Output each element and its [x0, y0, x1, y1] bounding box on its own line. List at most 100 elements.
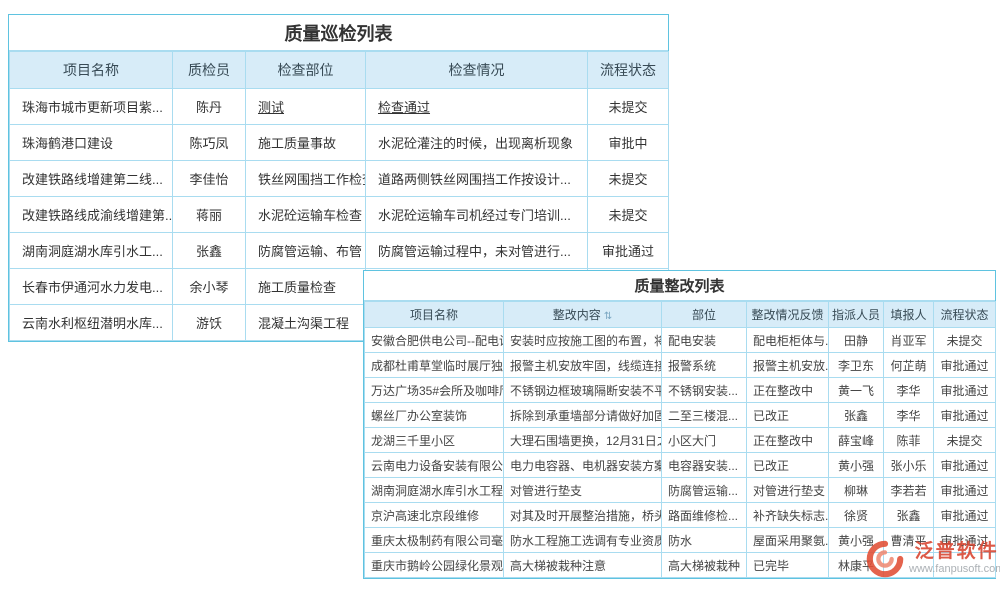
rectify-feedback-cell: 对管进行垫支 — [747, 478, 829, 503]
rectify-part-cell: 高大梯被栽种 — [662, 553, 747, 578]
status-badge[interactable]: 未提交 — [934, 428, 996, 453]
rectify-col-content[interactable]: 整改内容⇅ — [504, 302, 662, 328]
inspection-situation-cell: 水泥砼灌注的时候，出现离析现象 — [366, 125, 588, 161]
filler-name[interactable]: 何芷萌 — [884, 353, 934, 378]
inspector-name[interactable]: 李佳怡 — [173, 161, 246, 197]
inspection-col-status: 流程状态 — [588, 52, 669, 89]
rectify-table-title: 质量整改列表 — [364, 271, 995, 301]
rectify-part-cell: 路面维修检... — [662, 503, 747, 528]
status-badge[interactable]: 审批通过 — [588, 233, 669, 269]
rectify-row: 京沪高速北京段维修 对其及时开展整治措施，桥头... 路面维修检... 补齐缺失… — [365, 503, 996, 528]
inspector-name[interactable]: 游饫 — [173, 305, 246, 341]
rectify-part-cell: 防水 — [662, 528, 747, 553]
assignee-name[interactable]: 柳琳 — [829, 478, 884, 503]
status-badge[interactable]: 审批通过 — [934, 453, 996, 478]
project-name-link[interactable]: 珠海市城市更新项目紫... — [10, 89, 173, 125]
rectify-feedback-cell: 补齐缺失标志... — [747, 503, 829, 528]
rectify-row: 安徽合肥供电公司--配电设备... 安装时应按施工图的布置，将... 配电安装 … — [365, 328, 996, 353]
inspection-location-cell: 水泥砼运输车检查 — [246, 197, 366, 233]
project-name-link[interactable]: 螺丝厂办公室装饰 — [365, 403, 504, 428]
filler-name[interactable]: 陈菲 — [884, 428, 934, 453]
filler-name[interactable]: 李华 — [884, 403, 934, 428]
project-name-link[interactable]: 湖南洞庭湖水库引水工程施工标 — [365, 478, 504, 503]
status-badge[interactable]: 审批通过 — [934, 378, 996, 403]
filler-name[interactable]: 李若若 — [884, 478, 934, 503]
project-name-link[interactable]: 重庆市鹅岭公园绿化景观提升... — [365, 553, 504, 578]
rectify-feedback-cell: 正在整改中 — [747, 378, 829, 403]
project-name-link[interactable]: 珠海鹤港口建设 — [10, 125, 173, 161]
assignee-name[interactable]: 张鑫 — [829, 403, 884, 428]
rectify-col-feedback: 整改情况反馈 — [747, 302, 829, 328]
status-badge[interactable]: 审批通过 — [934, 503, 996, 528]
assignee-name[interactable]: 李卫东 — [829, 353, 884, 378]
status-badge[interactable]: 未提交 — [588, 161, 669, 197]
inspector-name[interactable]: 蒋丽 — [173, 197, 246, 233]
status-badge[interactable]: 审批通过 — [934, 478, 996, 503]
filler-name[interactable]: 肖亚军 — [884, 328, 934, 353]
inspection-col-project: 项目名称 — [10, 52, 173, 89]
project-name-link[interactable]: 云南水利枢纽潜明水库... — [10, 305, 173, 341]
rectify-feedback-cell: 正在整改中 — [747, 428, 829, 453]
status-badge[interactable]: 未提交 — [588, 89, 669, 125]
project-name-link[interactable]: 长春市伊通河水力发电... — [10, 269, 173, 305]
assignee-name[interactable]: 田静 — [829, 328, 884, 353]
inspection-location-cell: 铁丝网围挡工作检查 — [246, 161, 366, 197]
project-name-link[interactable]: 安徽合肥供电公司--配电设备... — [365, 328, 504, 353]
rectify-feedback-cell: 已改正 — [747, 453, 829, 478]
rectify-table-card: 质量整改列表 项目名称 整改内容⇅ 部位 整改情况反馈 指派人员 填报人 流程状… — [363, 270, 996, 579]
filler-name[interactable]: 张小乐 — [884, 453, 934, 478]
project-name-link[interactable]: 京沪高速北京段维修 — [365, 503, 504, 528]
project-name-link[interactable]: 龙湖三千里小区 — [365, 428, 504, 453]
project-name-link[interactable]: 改建铁路线增建第二线... — [10, 161, 173, 197]
filler-name[interactable]: 张鑫 — [884, 503, 934, 528]
assignee-name[interactable]: 黄小强 — [829, 453, 884, 478]
rectify-feedback-cell: 已完毕 — [747, 553, 829, 578]
status-badge[interactable]: 未提交 — [934, 328, 996, 353]
inspection-situation-cell: 防腐管运输过程中，未对管进行... — [366, 233, 588, 269]
sort-icon[interactable]: ⇅ — [604, 311, 612, 322]
project-name-link[interactable]: 重庆太极制药有限公司毫州中... — [365, 528, 504, 553]
rectify-row: 龙湖三千里小区 大理石围墙更换，12月31日之... 小区大门 正在整改中 薛宝… — [365, 428, 996, 453]
inspector-name[interactable]: 陈巧凤 — [173, 125, 246, 161]
inspector-name[interactable]: 陈丹 — [173, 89, 246, 125]
status-badge[interactable]: 未提交 — [588, 197, 669, 233]
assignee-name[interactable]: 黄一飞 — [829, 378, 884, 403]
rectify-part-cell: 不锈钢安装... — [662, 378, 747, 403]
rectify-table: 项目名称 整改内容⇅ 部位 整改情况反馈 指派人员 填报人 流程状态 安徽合肥供… — [364, 301, 996, 578]
rectify-col-filler: 填报人 — [884, 302, 934, 328]
fanpu-logo-icon — [866, 540, 904, 578]
status-badge[interactable]: 审批通过 — [934, 353, 996, 378]
inspector-name[interactable]: 张鑫 — [173, 233, 246, 269]
rectify-col-status: 流程状态 — [934, 302, 996, 328]
project-name-link[interactable]: 万达广场35#会所及咖啡厅空... — [365, 378, 504, 403]
rectify-col-content-label: 整改内容 — [553, 308, 601, 322]
rectify-content-cell: 报警主机安放牢固，线缆连接... — [504, 353, 662, 378]
watermark-text: 泛普软件 www.fanpusoft.com — [909, 542, 1000, 576]
rectify-content-cell: 安装时应按施工图的布置，将... — [504, 328, 662, 353]
rectify-part-cell: 防腐管运输... — [662, 478, 747, 503]
project-name-link[interactable]: 湖南洞庭湖水库引水工... — [10, 233, 173, 269]
rectify-row: 成都杜甫草堂临时展厅独立展... 报警主机安放牢固，线缆连接... 报警系统 报… — [365, 353, 996, 378]
assignee-name[interactable]: 徐贤 — [829, 503, 884, 528]
rectify-content-cell: 不锈钢边框玻璃隔断安装不平... — [504, 378, 662, 403]
rectify-content-cell: 拆除到承重墙部分请做好加固... — [504, 403, 662, 428]
filler-name[interactable]: 李华 — [884, 378, 934, 403]
inspection-location-cell: 测试 — [246, 89, 366, 125]
inspection-situation-cell: 道路两侧铁丝网围挡工作按设计... — [366, 161, 588, 197]
status-badge[interactable]: 审批中 — [588, 125, 669, 161]
rectify-col-part: 部位 — [662, 302, 747, 328]
inspection-row: 珠海鹤港口建设 陈巧凤 施工质量事故 水泥砼灌注的时候，出现离析现象 审批中 — [10, 125, 669, 161]
rectify-content-cell: 对管进行垫支 — [504, 478, 662, 503]
inspector-name[interactable]: 余小琴 — [173, 269, 246, 305]
inspection-situation-cell: 检查通过 — [366, 89, 588, 125]
project-name-link[interactable]: 云南电力设备安装有限公司20... — [365, 453, 504, 478]
inspection-location-cell: 防腐管运输、布管 — [246, 233, 366, 269]
status-badge[interactable]: 审批通过 — [934, 403, 996, 428]
assignee-name[interactable]: 薛宝峰 — [829, 428, 884, 453]
project-name-link[interactable]: 改建铁路线成渝线增建第... — [10, 197, 173, 233]
project-name-link[interactable]: 成都杜甫草堂临时展厅独立展... — [365, 353, 504, 378]
rectify-header-row: 项目名称 整改内容⇅ 部位 整改情况反馈 指派人员 填报人 流程状态 — [365, 302, 996, 328]
inspection-location-cell: 施工质量事故 — [246, 125, 366, 161]
rectify-feedback-cell: 配电柜柜体与... — [747, 328, 829, 353]
rectify-part-cell: 报警系统 — [662, 353, 747, 378]
